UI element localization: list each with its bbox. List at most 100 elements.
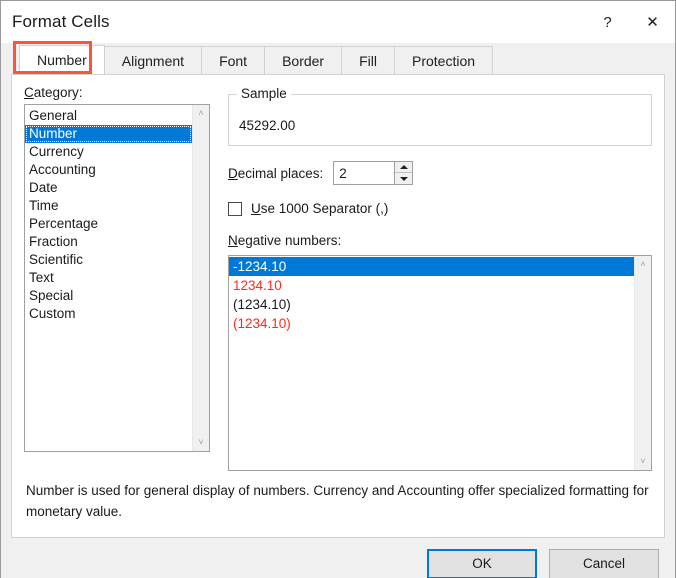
use-1000-separator-label: Use 1000 Separator (,) (251, 201, 388, 216)
category-item-label: Special (29, 288, 74, 303)
title-bar-buttons: ? ✕ (585, 1, 675, 43)
scroll-down-icon[interactable]: ˅ (635, 453, 652, 470)
tab-font[interactable]: Font (201, 46, 266, 74)
scroll-up-icon[interactable]: ˄ (193, 105, 210, 122)
category-item-label: Percentage (29, 216, 99, 231)
tab-number[interactable]: Number (19, 45, 105, 74)
use-1000-separator-checkbox[interactable]: Use 1000 Separator (,) (228, 201, 652, 216)
scroll-up-icon[interactable]: ˄ (635, 256, 652, 273)
negative-numbers-scrollbar[interactable]: ˄ ˅ (634, 256, 651, 470)
decimal-places-label-accel: D (228, 165, 238, 181)
use-1000-separator-label-accel: U (251, 201, 261, 216)
negative-format-option-minus[interactable]: -1234.10 (229, 257, 634, 276)
category-scrollbar[interactable]: ˄ ˅ (192, 105, 209, 451)
category-item-percentage[interactable]: Percentage (25, 215, 192, 233)
ok-button[interactable]: OK (427, 548, 537, 578)
tab-protection[interactable]: Protection (394, 46, 494, 74)
title-bar: Format Cells ? ✕ (1, 1, 675, 43)
negative-format-label: 1234.10 (233, 278, 282, 293)
decimal-places-stepper[interactable]: 2 (333, 161, 414, 185)
category-item-text[interactable]: Text (25, 269, 192, 287)
category-item-number[interactable]: Number (25, 125, 192, 143)
negative-numbers-label: Negative numbers: (228, 233, 652, 248)
decimal-places-label: Decimal places: (228, 166, 323, 181)
stepper-up-icon[interactable] (395, 162, 413, 173)
tab-border-label: Border (282, 52, 325, 69)
dialog-footer: OK Cancel (1, 537, 675, 578)
category-item-label: General (29, 108, 78, 123)
cancel-button[interactable]: Cancel (549, 548, 659, 578)
negative-numbers-section: Negative numbers: -1234.10 1234.10 (1234… (228, 233, 652, 471)
category-item-label: Time (29, 198, 59, 213)
help-icon[interactable]: ? (585, 1, 630, 43)
tab-strip: Number Alignment Font Border Fill Protec… (1, 41, 675, 74)
scrollbar-track[interactable] (193, 122, 210, 434)
negative-numbers-listbox[interactable]: -1234.10 1234.10 (1234.10) (1234.10) ˄ ˅ (228, 255, 652, 471)
category-item-label: Date (29, 180, 58, 195)
ok-button-label: OK (472, 556, 492, 572)
scrollbar-track[interactable] (635, 273, 652, 453)
negative-format-label: (1234.10) (233, 316, 291, 331)
dialog-title: Format Cells (12, 12, 110, 31)
tab-fill[interactable]: Fill (341, 46, 395, 74)
category-label: Category: (24, 85, 210, 100)
category-item-special[interactable]: Special (25, 287, 192, 305)
category-description: Number is used for general display of nu… (26, 483, 649, 519)
cancel-button-label: Cancel (582, 556, 626, 572)
category-item-label: Accounting (29, 162, 96, 177)
decimal-places-input[interactable]: 2 (334, 162, 394, 184)
format-cells-dialog: Format Cells ? ✕ Number Alignment Font B… (0, 0, 676, 578)
use-1000-separator-label-rest: se 1000 Separator (,) (260, 201, 389, 216)
category-item-label: Custom (29, 306, 76, 321)
category-item-label: Fraction (29, 234, 78, 249)
category-section: Category: General Number Currency Accoun… (24, 85, 210, 471)
sample-value: 45292.00 (239, 117, 296, 133)
category-item-time[interactable]: Time (25, 197, 192, 215)
category-item-label: Scientific (29, 252, 84, 267)
negative-numbers-items: -1234.10 1234.10 (1234.10) (1234.10) (229, 256, 634, 470)
sample-group-box: Sample 45292.00 (228, 86, 652, 146)
triangle-up-glyph (399, 165, 408, 169)
category-item-date[interactable]: Date (25, 179, 192, 197)
number-tab-panel: Category: General Number Currency Accoun… (11, 74, 665, 538)
category-label-rest: ategory: (33, 85, 83, 100)
category-item-label: Text (29, 270, 54, 285)
category-label-accel: C (24, 85, 34, 100)
tab-protection-label: Protection (412, 52, 476, 69)
negative-format-label: -1234.10 (233, 259, 287, 274)
category-listbox[interactable]: General Number Currency Accounting Date … (24, 104, 210, 452)
category-items: General Number Currency Accounting Date … (25, 105, 192, 451)
panel-columns: Category: General Number Currency Accoun… (24, 85, 652, 471)
tab-alignment[interactable]: Alignment (103, 46, 203, 74)
negative-numbers-label-accel: N (228, 233, 238, 248)
number-options-section: Sample 45292.00 Decimal places: 2 Use 10… (228, 85, 652, 471)
category-item-label: Currency (29, 144, 84, 159)
category-item-accounting[interactable]: Accounting (25, 161, 192, 179)
tab-font-label: Font (219, 52, 248, 69)
close-glyph: ✕ (646, 13, 659, 31)
tab-border[interactable]: Border (264, 46, 343, 74)
category-item-custom[interactable]: Custom (25, 305, 192, 323)
decimal-places-label-rest: ecimal places: (237, 165, 324, 181)
stepper-buttons (394, 162, 413, 184)
negative-format-option-parens[interactable]: (1234.10) (229, 295, 634, 314)
negative-format-option-red[interactable]: 1234.10 (229, 276, 634, 295)
negative-format-label: (1234.10) (233, 297, 291, 312)
decimal-places-row: Decimal places: 2 (228, 161, 652, 185)
category-item-label: Number (29, 126, 78, 141)
checkbox-box-icon[interactable] (228, 201, 242, 216)
triangle-down-glyph (399, 176, 408, 181)
stepper-down-icon[interactable] (395, 173, 413, 184)
negative-format-option-parens-red[interactable]: (1234.10) (229, 314, 634, 333)
close-icon[interactable]: ✕ (630, 1, 675, 43)
negative-numbers-label-rest: egative numbers: (237, 233, 342, 248)
tab-fill-label: Fill (359, 52, 377, 69)
sample-legend: Sample (237, 86, 291, 101)
category-item-currency[interactable]: Currency (25, 143, 192, 161)
tab-alignment-label: Alignment (121, 52, 185, 69)
scroll-down-icon[interactable]: ˅ (193, 434, 210, 451)
category-item-general[interactable]: General (25, 107, 192, 125)
tab-number-label: Number (37, 52, 87, 68)
category-item-scientific[interactable]: Scientific (25, 251, 192, 269)
category-item-fraction[interactable]: Fraction (25, 233, 192, 251)
